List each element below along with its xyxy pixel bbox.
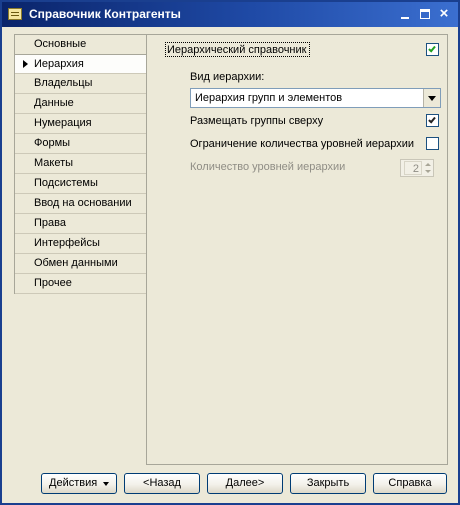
window: Справочник Контрагенты × Основные Иерарх… bbox=[0, 0, 460, 505]
minimize-button[interactable] bbox=[398, 8, 412, 21]
stepper-arrows[interactable] bbox=[423, 160, 433, 176]
limit-levels-checkbox[interactable] bbox=[426, 137, 439, 150]
sidebar-item-interfaces[interactable]: Интерфейсы bbox=[15, 234, 146, 254]
checkmark-icon bbox=[428, 115, 436, 124]
groups-on-top-checkbox[interactable] bbox=[426, 114, 439, 127]
stepper-up-icon bbox=[425, 163, 431, 166]
sidebar-item-owners[interactable]: Владельцы bbox=[15, 74, 146, 94]
dropdown-button[interactable] bbox=[423, 89, 440, 107]
sidebar-item-templates[interactable]: Макеты bbox=[15, 154, 146, 174]
help-button[interactable]: Справка bbox=[373, 473, 447, 494]
title-bar[interactable]: Справочник Контрагенты × bbox=[2, 2, 458, 27]
sidebar-item-forms[interactable]: Формы bbox=[15, 134, 146, 154]
sidebar-item-input-based-on[interactable]: Ввод на основании bbox=[15, 194, 146, 214]
hierarchy-type-label: Вид иерархии: bbox=[190, 71, 265, 83]
limit-levels-label: Ограничение количества уровней иерархии bbox=[190, 138, 415, 150]
settings-sidebar: Основные Иерархия Владельцы Данные Нумер… bbox=[14, 34, 147, 294]
stepper-down-icon bbox=[425, 170, 431, 173]
groups-on-top-label: Размещать группы сверху bbox=[190, 115, 324, 127]
levels-count-stepper[interactable]: 2 bbox=[400, 159, 434, 177]
close-button[interactable]: Закрыть bbox=[290, 473, 366, 494]
close-window-button[interactable]: × bbox=[437, 5, 451, 22]
catalog-icon bbox=[8, 8, 22, 20]
sidebar-item-subsystems[interactable]: Подсистемы bbox=[15, 174, 146, 194]
current-item-arrow-icon bbox=[23, 60, 28, 68]
actions-button[interactable]: Действия bbox=[41, 473, 117, 494]
hierarchical-catalog-checkbox[interactable] bbox=[426, 43, 439, 56]
hierarchical-catalog-label: Иерархический справочник bbox=[167, 44, 307, 56]
sidebar-item-label: Иерархия bbox=[34, 58, 84, 70]
chevron-down-icon bbox=[428, 96, 436, 101]
back-button[interactable]: <Назад bbox=[124, 473, 200, 494]
close-icon: × bbox=[439, 5, 449, 22]
checkmark-icon bbox=[428, 44, 436, 53]
sidebar-item-numbering[interactable]: Нумерация bbox=[15, 114, 146, 134]
maximize-icon bbox=[420, 9, 430, 19]
dropdown-arrow-icon bbox=[103, 482, 109, 486]
hierarchy-type-select[interactable]: Иерархия групп и элементов bbox=[190, 88, 441, 108]
sidebar-item-hierarchy[interactable]: Иерархия bbox=[15, 54, 146, 74]
levels-count-value: 2 bbox=[404, 161, 422, 175]
sidebar-item-data[interactable]: Данные bbox=[15, 94, 146, 114]
next-button[interactable]: Далее> bbox=[207, 473, 283, 494]
sidebar-item-other[interactable]: Прочее bbox=[15, 274, 146, 294]
minimize-icon bbox=[401, 17, 409, 19]
maximize-button[interactable] bbox=[418, 8, 432, 21]
hierarchy-panel: Иерархический справочник Вид иерархии: И… bbox=[146, 34, 448, 465]
sidebar-item-basic[interactable]: Основные bbox=[15, 35, 146, 55]
window-title: Справочник Контрагенты bbox=[29, 7, 181, 21]
sidebar-item-data-exchange[interactable]: Обмен данными bbox=[15, 254, 146, 274]
levels-count-label: Количество уровней иерархии bbox=[190, 161, 346, 173]
hierarchy-type-value: Иерархия групп и элементов bbox=[195, 92, 343, 104]
sidebar-item-rights[interactable]: Права bbox=[15, 214, 146, 234]
actions-label: Действия bbox=[49, 477, 98, 489]
